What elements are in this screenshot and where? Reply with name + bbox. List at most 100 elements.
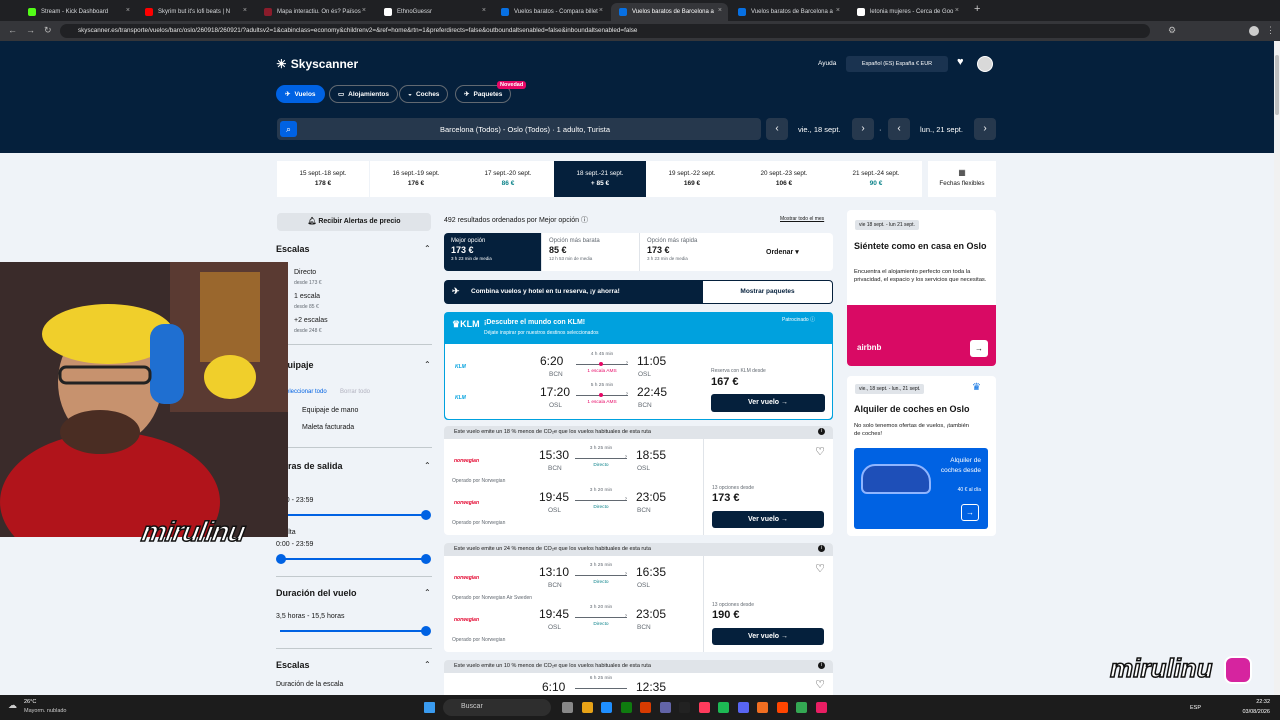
- info-icon[interactable]: ⓘ: [581, 217, 588, 224]
- spotify-icon[interactable]: [718, 702, 729, 713]
- filter-2-escalas[interactable]: +2 escalas: [294, 317, 328, 324]
- flight-result-card[interactable]: Este vuelo emite un 18 % menos de CO₂e q…: [444, 426, 833, 535]
- show-month-link[interactable]: Mostrar todo el mes: [780, 216, 824, 222]
- flight-result-card[interactable]: Este vuelo emite un 24 % menos de CO₂e q…: [444, 543, 833, 652]
- obs-icon[interactable]: [776, 702, 788, 713]
- clear-all-link[interactable]: Borrar todo: [340, 389, 370, 395]
- hotel-ad-card[interactable]: vie 18 sept. - lun 21 sept. Siéntete com…: [847, 210, 996, 366]
- browser-tab[interactable]: Vuelos baratos de Barcelona a ×: [611, 3, 728, 21]
- chrome-icon[interactable]: [796, 702, 807, 713]
- xbox-icon[interactable]: [620, 702, 632, 713]
- edge-icon[interactable]: [601, 702, 612, 713]
- return-time-slider[interactable]: [280, 558, 426, 560]
- date-option[interactable]: 18 sept.-21 sept. + 85 €: [554, 161, 646, 197]
- heart-icon[interactable]: ♡: [815, 445, 825, 458]
- return-date[interactable]: lun., 21 sept.: [920, 125, 963, 134]
- date-option[interactable]: 16 sept.-19 sept. 176 €: [370, 161, 462, 197]
- filter-1-escala[interactable]: 1 escala: [294, 293, 320, 300]
- saved-heart-icon[interactable]: ♥: [957, 56, 964, 68]
- chevron-up-icon[interactable]: ⌃: [424, 660, 431, 669]
- view-flight-button[interactable]: Ver vuelo →: [712, 511, 824, 528]
- slider-handle[interactable]: [276, 554, 286, 564]
- close-icon[interactable]: ×: [362, 7, 366, 14]
- extension-icon[interactable]: ⚙: [1168, 25, 1176, 36]
- teams-icon[interactable]: [659, 702, 671, 713]
- depart-next-button[interactable]: ›: [852, 118, 874, 140]
- browser-tab[interactable]: Vuelos baratos de Barcelona a ×: [730, 3, 846, 21]
- chevron-up-icon[interactable]: ⌃: [424, 588, 431, 597]
- car-rental-ad-card[interactable]: vie., 18 sept. - lun., 21 sept. ♛ Alquil…: [847, 376, 996, 536]
- help-link[interactable]: Ayuda: [818, 60, 836, 67]
- nav-alojamientos[interactable]: ▭ Alojamientos: [329, 85, 398, 103]
- chevron-up-icon[interactable]: ⌃: [424, 360, 431, 369]
- close-icon[interactable]: ×: [836, 7, 840, 14]
- firefox-icon[interactable]: [757, 702, 768, 713]
- office-icon[interactable]: [640, 702, 651, 713]
- return-prev-button[interactable]: ‹: [888, 118, 910, 140]
- arrow-right-icon[interactable]: →: [970, 340, 988, 357]
- klm-view-flight-button[interactable]: Ver vuelo →: [711, 394, 825, 412]
- skyscanner-logo[interactable]: ☀ Skyscanner: [276, 57, 358, 71]
- clock-date[interactable]: 03/08/2026: [1230, 709, 1270, 715]
- slider-handle[interactable]: [421, 626, 431, 636]
- flight-result-card[interactable]: Este vuelo emite un 10 % menos de CO₂e q…: [444, 660, 833, 700]
- browser-tab[interactable]: Skyrim but it's lofi beats | N ×: [137, 3, 253, 21]
- chevron-up-icon[interactable]: ⌃: [424, 244, 431, 253]
- sort-option[interactable]: Opción más barata 85 €12 h 53 min de medi…: [541, 233, 639, 271]
- filter-carry-on[interactable]: Equipaje de mano: [302, 407, 358, 414]
- duration-slider[interactable]: [280, 630, 426, 632]
- outbound-time-slider[interactable]: [280, 514, 426, 516]
- flexible-dates-button[interactable]: ▦ Fechas flexibles: [928, 161, 996, 197]
- browser-tab[interactable]: Stream - Kick Dashboard ×: [20, 3, 136, 21]
- weather-temp[interactable]: 26°C: [24, 699, 36, 705]
- tiktok-icon[interactable]: [679, 702, 690, 713]
- close-icon[interactable]: ×: [482, 7, 486, 14]
- price-alert-button[interactable]: 🔔︎ Recibir Alertas de precio: [277, 213, 431, 231]
- heart-icon[interactable]: ♡: [815, 678, 825, 691]
- app-icon[interactable]: [698, 702, 710, 713]
- clock-time[interactable]: 22:32: [1238, 699, 1270, 705]
- select-all-link[interactable]: Seleccionar todo: [282, 389, 327, 395]
- reload-icon[interactable]: ↻: [44, 25, 52, 36]
- slider-handle[interactable]: [421, 554, 431, 564]
- menu-icon[interactable]: ⋮: [1266, 25, 1275, 36]
- sort-option[interactable]: Opción más rápida 173 €3 h 23 min de medi…: [639, 233, 737, 271]
- return-next-button[interactable]: ›: [974, 118, 996, 140]
- browser-tab[interactable]: Vuelos baratos - Compara billet ×: [493, 3, 609, 21]
- nav-coches[interactable]: ◒ Coches: [399, 85, 449, 103]
- info-icon[interactable]: i: [818, 662, 825, 669]
- date-option[interactable]: 15 sept.-18 sept. 178 €: [277, 161, 369, 197]
- date-option[interactable]: 19 sept.-22 sept. 169 €: [646, 161, 738, 197]
- close-icon[interactable]: ×: [955, 7, 959, 14]
- taskbar-search[interactable]: Buscar: [443, 699, 551, 716]
- info-icon[interactable]: i: [818, 545, 825, 552]
- scrollbar[interactable]: [1274, 41, 1280, 695]
- profile-avatar[interactable]: [1249, 26, 1259, 36]
- heart-icon[interactable]: ♡: [815, 562, 825, 575]
- sort-dropdown[interactable]: Ordenar ▾: [766, 248, 799, 256]
- discord-icon[interactable]: [737, 702, 749, 713]
- browser-tab[interactable]: EthnoGuessr ×: [376, 3, 492, 21]
- arrow-right-icon[interactable]: →: [961, 504, 979, 521]
- scrollbar-thumb[interactable]: [1275, 55, 1279, 115]
- nav-vuelos[interactable]: ✈ Vuelos: [276, 85, 325, 103]
- view-flight-button[interactable]: Ver vuelo →: [712, 628, 824, 645]
- close-icon[interactable]: ×: [243, 7, 247, 14]
- url-field[interactable]: skyscanner.es/transporte/vuelos/barc/osl…: [60, 24, 1150, 38]
- date-option[interactable]: 20 sept.-23 sept. 106 €: [738, 161, 830, 197]
- task-view-icon[interactable]: [562, 702, 573, 713]
- filter-escalas-heading[interactable]: Escalas: [276, 244, 310, 254]
- language-indicator[interactable]: ESP: [1190, 705, 1201, 711]
- depart-prev-button[interactable]: ‹: [766, 118, 788, 140]
- locale-selector[interactable]: Español (ES) España € EUR: [846, 56, 948, 72]
- windows-start-icon[interactable]: [424, 702, 435, 713]
- user-avatar[interactable]: [977, 56, 993, 72]
- depart-date[interactable]: vie., 18 sept.: [798, 125, 841, 134]
- date-option[interactable]: 21 sept.-24 sept. 90 €: [830, 161, 922, 197]
- chevron-up-icon[interactable]: ⌃: [424, 461, 431, 470]
- date-option[interactable]: 17 sept.-20 sept. 86 €: [462, 161, 554, 197]
- filter-directo[interactable]: Directo: [294, 269, 316, 276]
- info-icon[interactable]: i: [818, 428, 825, 435]
- sort-option[interactable]: Mejor opción 173 €3 h 23 min de media: [444, 233, 541, 271]
- filter-checked-bag[interactable]: Maleta facturada: [302, 424, 354, 431]
